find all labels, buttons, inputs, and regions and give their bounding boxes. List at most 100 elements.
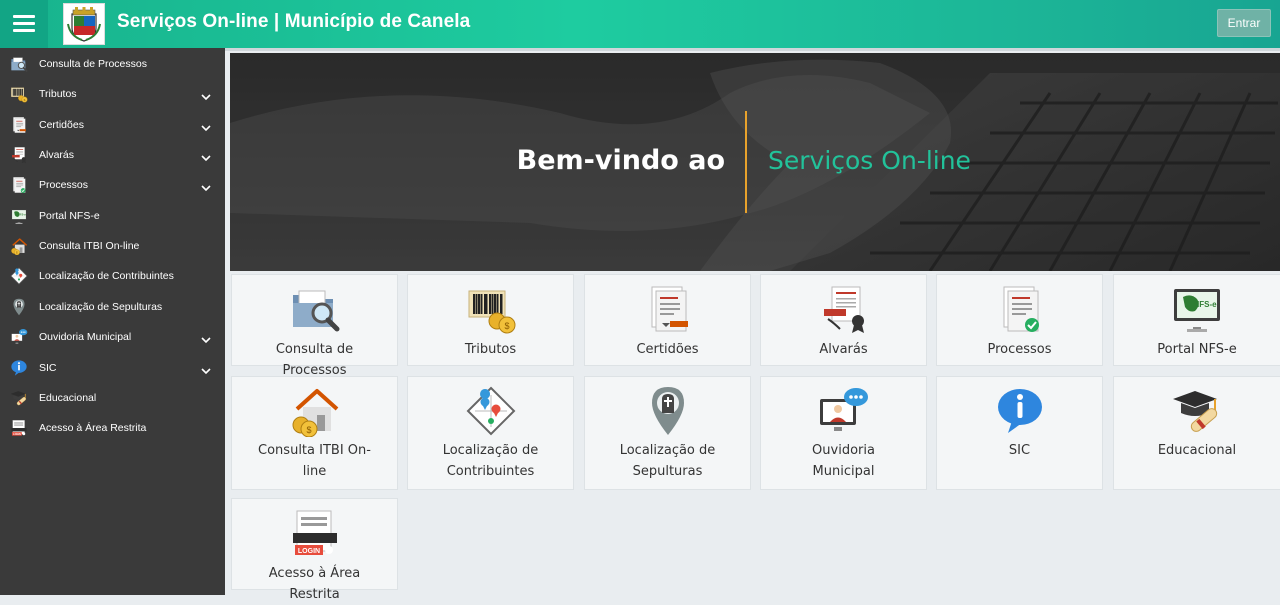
sidebar-item[interactable]: Certidões (0, 110, 225, 140)
service-tile[interactable]: LOGIN Acesso à Área Restrita (231, 498, 398, 602)
monitor-nfse-icon: NFS-e (10, 207, 28, 225)
service-tile-label: SIC (1008, 443, 1031, 458)
sidebar-item-label: SIC (39, 361, 57, 374)
service-tile[interactable]: Educacional (1113, 376, 1280, 490)
sidebar-item[interactable]: $ Tributos (0, 79, 225, 109)
monitor-nfse-icon: NFS-e (1171, 283, 1223, 340)
chevron-down-icon[interactable] (201, 89, 211, 101)
sidebar-item[interactable]: $ Consulta ITBI On-line (0, 231, 225, 261)
sidebar-item[interactable]: SIC (0, 353, 225, 383)
sidebar-item[interactable]: Educacional (0, 383, 225, 413)
svg-text:$: $ (504, 321, 509, 331)
info-bubble-icon (994, 385, 1046, 442)
service-tile-label: Portal NFS-e (1157, 342, 1237, 357)
sidebar-item[interactable]: Localização de Sepulturas (0, 292, 225, 322)
graduation-icon (10, 389, 28, 407)
map-pin-icon (465, 385, 517, 442)
hero-service-name: Serviços On-line (768, 146, 971, 175)
folder-search-icon (10, 55, 28, 73)
ombudsman-icon (10, 328, 28, 346)
service-tile-label: Tributos (464, 342, 517, 357)
app-title: Serviços On-line | Município de Canela (117, 11, 471, 32)
hero-banner: Bem-vindo ao Serviços On-line (230, 53, 1280, 271)
municipality-logo (63, 3, 105, 45)
graduation-icon (1171, 385, 1223, 442)
ombudsman-icon (818, 385, 870, 442)
sidebar-item-label: Consulta ITBI On-line (39, 240, 140, 253)
sidebar-item-label: Localização de Sepulturas (39, 300, 163, 313)
hero-background-image (230, 53, 1280, 271)
house-coins-icon: $ (10, 237, 28, 256)
sidebar-item-label: Certidões (39, 118, 84, 131)
chevron-down-icon[interactable] (201, 363, 211, 374)
sidebar-item[interactable]: Consulta de Processos (0, 49, 225, 79)
sidebar-item-label: Processos (39, 179, 89, 192)
barcode-coins-icon: $ (10, 85, 28, 103)
sidebar-item-label: Tributos (39, 88, 77, 101)
service-tile-label: Alvarás (819, 342, 868, 357)
folder-search-icon (289, 283, 341, 340)
chevron-down-icon[interactable] (201, 332, 211, 344)
grave-pin-icon (642, 385, 694, 442)
house-coins-icon: $ (289, 385, 341, 442)
info-bubble-icon (10, 359, 28, 377)
sidebar-item-label: Consulta de Processos (39, 58, 147, 70)
barcode-coins-icon: $ (465, 283, 517, 340)
svg-text:NFS-e: NFS-e (1193, 300, 1217, 309)
map-pin-icon (10, 267, 28, 285)
chevron-down-icon[interactable] (201, 180, 211, 192)
service-tile[interactable]: Processos (936, 274, 1103, 366)
service-tile[interactable]: Alvarás (760, 274, 927, 366)
sidebar-item-label: Localização de Contribuintes (39, 270, 174, 283)
service-tile-label: Ouvidoria Municipal (812, 443, 875, 479)
chevron-down-icon[interactable] (201, 150, 211, 162)
svg-text:$: $ (24, 98, 26, 102)
sidebar-item[interactable]: Alvarás (0, 140, 225, 170)
login-icon: LOGIN (10, 419, 28, 437)
svg-text:LOGIN: LOGIN (13, 433, 21, 436)
service-tile[interactable]: $ Tributos (407, 274, 574, 366)
chevron-down-icon[interactable] (201, 120, 211, 131)
service-tile[interactable]: Consulta de Processos (231, 274, 398, 378)
sidebar-item[interactable]: Localização de Contribuintes (0, 261, 225, 291)
service-tile[interactable]: Certidões (584, 274, 751, 366)
certificate-icon (10, 116, 28, 134)
service-tile-label: Acesso à Área Restrita (268, 566, 361, 602)
login-icon: LOGIN (289, 507, 341, 564)
sidebar-item[interactable]: Ouvidoria Municipal (0, 322, 225, 352)
service-tile[interactable]: $ Consulta ITBI On-line (231, 376, 398, 490)
permit-icon (10, 146, 28, 164)
sidebar-item[interactable]: LOGIN Acesso à Área Restrita (0, 413, 225, 443)
service-tile-label: Consulta de Processos (275, 342, 354, 378)
service-tile[interactable]: Ouvidoria Municipal (760, 376, 927, 490)
svg-text:$: $ (16, 251, 18, 255)
service-tile[interactable]: Localização de Contribuintes (407, 376, 574, 490)
svg-text:$: $ (306, 425, 311, 435)
service-tile[interactable]: Localização de Sepulturas (584, 376, 751, 490)
certificate-icon (642, 283, 694, 340)
top-bar: Serviços On-line | Município de Canela E… (0, 0, 1280, 48)
hero-welcome-text: Bem-vindo ao (516, 145, 725, 176)
document-check-icon (10, 176, 28, 194)
service-tile-label: Consulta ITBI On-line (258, 443, 371, 479)
sidebar-item-label: Alvarás (39, 149, 75, 162)
service-tile-label: Educacional (1157, 443, 1237, 458)
grave-pin-icon (10, 298, 28, 316)
svg-text:LOGIN: LOGIN (297, 548, 319, 555)
permit-icon (818, 283, 870, 340)
login-button[interactable]: Entrar (1217, 9, 1271, 37)
service-tile[interactable]: SIC (936, 376, 1103, 490)
document-check-icon (994, 283, 1046, 340)
sidebar-item[interactable]: NFS-e Portal NFS-e (0, 201, 225, 231)
service-tile-label: Localização de Sepulturas (619, 443, 716, 479)
service-tile-label: Certidões (636, 342, 699, 357)
sidebar-item-label: Educacional (39, 391, 97, 404)
sidebar-item[interactable]: Processos (0, 170, 225, 200)
service-tile[interactable]: NFS-e Portal NFS-e (1113, 274, 1280, 366)
sidebar-item-label: Ouvidoria Municipal (39, 331, 132, 344)
hamburger-menu-icon[interactable] (0, 0, 48, 48)
hero-divider (745, 111, 747, 213)
sidebar-item-label: Portal NFS-e (39, 209, 100, 222)
sidebar-item-label: Acesso à Área Restrita (39, 422, 147, 435)
service-tile-label: Processos (987, 342, 1052, 357)
